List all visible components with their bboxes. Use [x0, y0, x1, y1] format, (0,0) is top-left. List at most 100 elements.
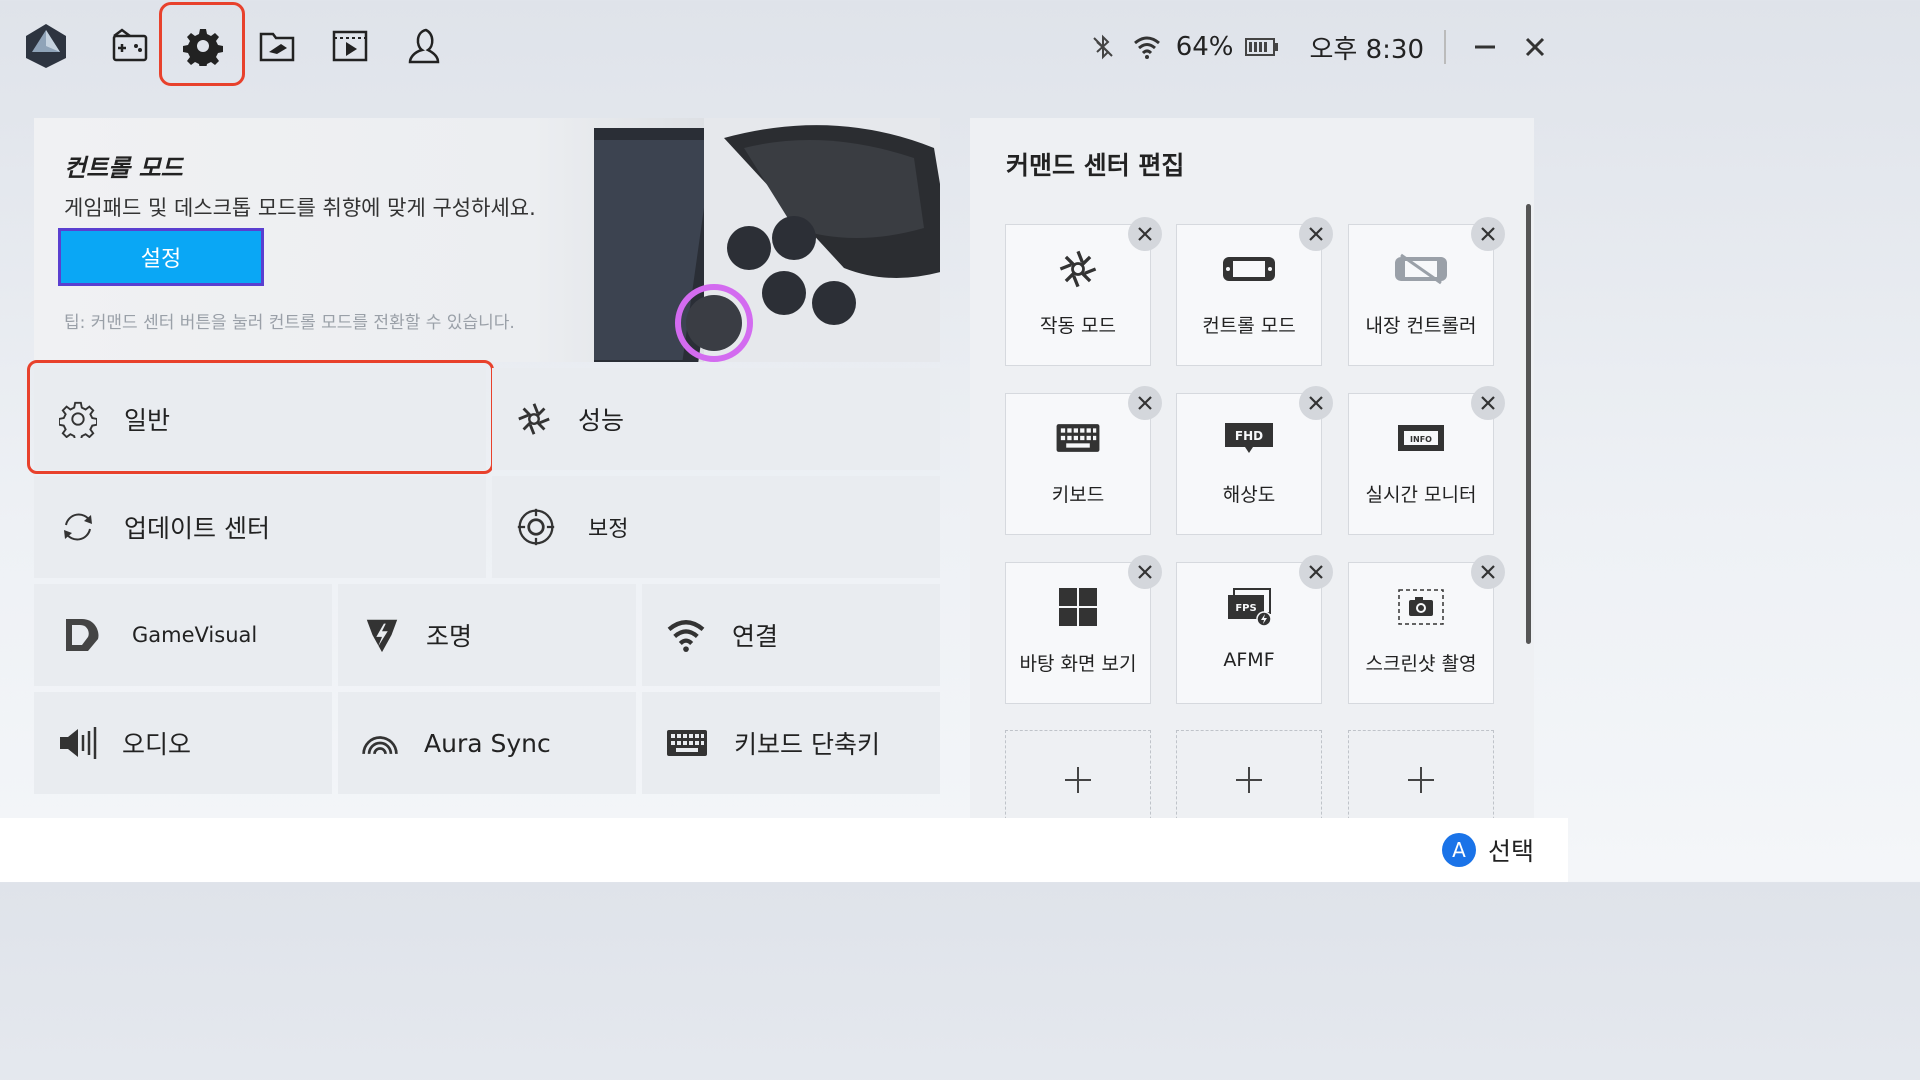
- battery-percent: 64%: [1175, 32, 1234, 62]
- menu-performance[interactable]: 성능: [492, 368, 940, 470]
- keyboard-icon: [1006, 416, 1150, 460]
- menu-update-center-label: 업데이트 센터: [124, 514, 270, 543]
- cc-card-builtin-controller[interactable]: 내장 컨트롤러: [1348, 217, 1505, 366]
- user-profile-icon[interactable]: [400, 22, 448, 70]
- crosshair-icon: [516, 507, 556, 547]
- info-monitor-icon: INFO: [1349, 416, 1493, 460]
- cc-card-label: 스크린샷 촬영: [1365, 653, 1477, 675]
- menu-keyboard-shortcut[interactable]: 키보드 단축키: [642, 692, 940, 794]
- bottom-bar: A 선택: [0, 818, 1568, 882]
- settings-button[interactable]: 설정: [58, 228, 264, 286]
- svg-text:FHD: FHD: [1235, 429, 1263, 443]
- divider: [1444, 30, 1446, 64]
- performance-fan-icon: [514, 399, 554, 439]
- wifi-icon[interactable]: [1132, 32, 1162, 62]
- cc-card-label: 키보드: [1051, 484, 1105, 506]
- cc-add-slot[interactable]: [1005, 730, 1151, 830]
- menu-aura-sync-label: Aura Sync: [424, 728, 551, 758]
- a-button-icon: A: [1441, 833, 1476, 867]
- speaker-icon: [58, 723, 98, 763]
- rog-logo-icon: [22, 22, 70, 70]
- cc-card-control-mode[interactable]: 컨트롤 모드: [1176, 217, 1333, 366]
- cc-card-afmf[interactable]: FPS AFMF: [1176, 555, 1333, 704]
- menu-connection[interactable]: 연결: [642, 584, 940, 686]
- fhd-resolution-icon: FHD: [1177, 416, 1321, 460]
- cc-card-resolution[interactable]: FHD 해상도: [1176, 386, 1333, 535]
- active-nav-indicator: [159, 2, 245, 86]
- cc-card-label: 작동 모드: [1040, 315, 1116, 337]
- select-hint[interactable]: A 선택: [1441, 832, 1534, 868]
- menu-calibration-label: 보정: [588, 517, 629, 542]
- scrollbar[interactable]: [1526, 204, 1531, 644]
- windows-desktop-icon: [1006, 585, 1150, 629]
- svg-text:INFO: INFO: [1410, 435, 1432, 444]
- remove-card-close-icon[interactable]: [1128, 386, 1162, 420]
- remove-card-close-icon[interactable]: [1299, 555, 1333, 589]
- rog-folder-icon[interactable]: [253, 22, 301, 70]
- menu-gamevisual-label: GameVisual: [132, 623, 258, 647]
- menu-update-center[interactable]: 업데이트 센터: [34, 476, 486, 578]
- select-hint-label: 선택: [1487, 837, 1534, 866]
- status-area: 64% 오후 8:30: [1088, 22, 1568, 72]
- svg-text:FPS: FPS: [1235, 603, 1256, 614]
- screenshot-icon: [1349, 585, 1493, 629]
- game-library-icon[interactable]: [106, 22, 154, 70]
- gamepad-icon: [1177, 247, 1321, 291]
- media-player-icon[interactable]: [326, 22, 374, 70]
- menu-calibration[interactable]: 보정: [492, 476, 940, 578]
- cc-card-label: 내장 컨트롤러: [1365, 315, 1477, 337]
- rog-ally-device-image: [594, 118, 940, 362]
- aura-sync-icon: [360, 723, 400, 763]
- banner-tip: 팁: 커맨드 센터 버튼을 눌러 컨트롤 모드를 전환할 수 있습니다.: [64, 313, 515, 333]
- remove-card-close-icon[interactable]: [1299, 386, 1333, 420]
- remove-card-close-icon[interactable]: [1128, 217, 1162, 251]
- banner-description: 게임패드 및 데스크톱 모드를 취향에 맞게 구성하세요.: [64, 196, 536, 220]
- top-bar: 64% 오후 8:30: [0, 0, 1568, 96]
- plus-icon: [1236, 767, 1262, 793]
- cc-card-label: 바탕 화면 보기: [1019, 653, 1137, 675]
- fps-icon: FPS: [1177, 585, 1321, 629]
- cc-card-show-desktop[interactable]: 바탕 화면 보기: [1005, 555, 1162, 704]
- minimize-button[interactable]: [1468, 30, 1502, 64]
- menu-aura-sync[interactable]: Aura Sync: [338, 692, 636, 794]
- remove-card-close-icon[interactable]: [1471, 217, 1505, 251]
- remove-card-close-icon[interactable]: [1299, 217, 1333, 251]
- menu-performance-label: 성능: [578, 406, 625, 435]
- remove-card-close-icon[interactable]: [1128, 555, 1162, 589]
- clock: 오후 8:30: [1309, 34, 1425, 65]
- control-mode-banner: 컨트롤 모드 게임패드 및 데스크톱 모드를 취향에 맞게 구성하세요. 설정 …: [34, 118, 940, 362]
- menu-keyboard-shortcut-label: 키보드 단축키: [734, 730, 880, 759]
- plus-icon: [1065, 767, 1091, 793]
- cc-card-realtime-monitor[interactable]: INFO 실시간 모니터: [1348, 386, 1505, 535]
- cc-card-keyboard[interactable]: 키보드: [1005, 386, 1162, 535]
- command-center-panel: 커맨드 센터 편집 작동 모드 컨트롤 모드 내장 컨트롤러 키보드 FHD 해…: [970, 118, 1534, 830]
- plus-icon: [1408, 767, 1434, 793]
- bluetooth-off-icon[interactable]: [1088, 32, 1118, 62]
- remove-card-close-icon[interactable]: [1471, 386, 1505, 420]
- selection-highlight: [27, 360, 494, 474]
- menu-lighting-label: 조명: [426, 622, 473, 651]
- menu-gamevisual[interactable]: GameVisual: [34, 584, 332, 686]
- lighting-bolt-icon: [362, 615, 402, 655]
- operating-mode-icon: [1006, 247, 1150, 291]
- banner-title: 컨트롤 모드: [64, 154, 183, 182]
- menu-audio[interactable]: 오디오: [34, 692, 332, 794]
- remove-card-close-icon[interactable]: [1471, 555, 1505, 589]
- cc-card-label: 실시간 모니터: [1365, 484, 1477, 506]
- builtin-controller-off-icon: [1349, 247, 1493, 291]
- cc-card-operating-mode[interactable]: 작동 모드: [1005, 217, 1162, 366]
- command-center-title: 커맨드 센터 편집: [1006, 151, 1185, 180]
- cc-card-label: AFMF: [1223, 649, 1275, 671]
- cc-card-label: 해상도: [1222, 484, 1276, 506]
- close-button[interactable]: [1518, 30, 1552, 64]
- cc-card-screenshot[interactable]: 스크린샷 촬영: [1348, 555, 1505, 704]
- battery-icon: [1244, 32, 1280, 62]
- wifi-icon: [666, 615, 706, 655]
- keyboard-icon: [666, 723, 708, 763]
- cc-add-slot[interactable]: [1348, 730, 1494, 830]
- cc-add-slot[interactable]: [1176, 730, 1322, 830]
- refresh-icon: [58, 507, 98, 547]
- menu-connection-label: 연결: [732, 622, 779, 651]
- menu-lighting[interactable]: 조명: [338, 584, 636, 686]
- gamevisual-icon: [62, 615, 102, 655]
